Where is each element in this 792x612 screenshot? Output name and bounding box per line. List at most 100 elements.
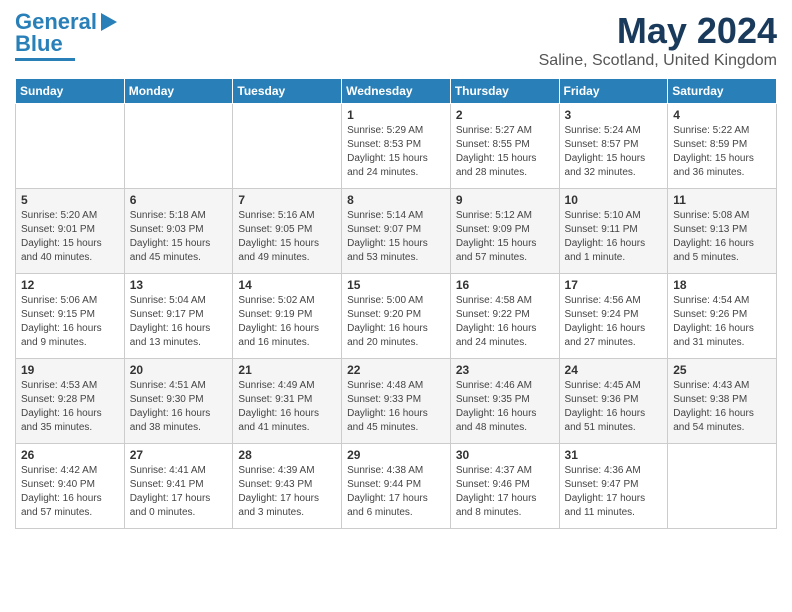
- day-info: Sunrise: 4:43 AMSunset: 9:38 PMDaylight:…: [673, 379, 771, 435]
- calendar-table: SundayMondayTuesdayWednesdayThursdayFrid…: [15, 78, 777, 529]
- calendar-cell: 7Sunrise: 5:16 AMSunset: 9:05 PMDaylight…: [233, 189, 342, 274]
- day-number: 2: [456, 108, 554, 122]
- day-number: 16: [456, 278, 554, 292]
- day-info: Sunrise: 4:58 AMSunset: 9:22 PMDaylight:…: [456, 294, 554, 350]
- calendar-cell: 8Sunrise: 5:14 AMSunset: 9:07 PMDaylight…: [342, 189, 451, 274]
- calendar-cell: 25 Sunrise: 4:43 AMSunset: 9:38 PMDayligh…: [668, 359, 777, 444]
- calendar-cell: 18 Sunrise: 4:54 AMSunset: 9:26 PMDayligh…: [668, 274, 777, 359]
- day-number: 4: [673, 108, 771, 122]
- calendar-week-row: 19 Sunrise: 4:53 AMSunset: 9:28 PMDayligh…: [16, 359, 777, 444]
- calendar-week-row: 12 Sunrise: 5:06 AMSunset: 9:15 PMDayligh…: [16, 274, 777, 359]
- calendar-cell: 4 Sunrise: 5:22 AMSunset: 8:59 PMDaylight…: [668, 104, 777, 189]
- calendar-week-row: 1Sunrise: 5:29 AMSunset: 8:53 PMDaylight…: [16, 104, 777, 189]
- day-info: Sunrise: 4:48 AMSunset: 9:33 PMDaylight:…: [347, 379, 445, 435]
- day-info: Sunrise: 5:00 AMSunset: 9:20 PMDaylight:…: [347, 294, 445, 350]
- calendar-cell: 30 Sunrise: 4:37 AMSunset: 9:46 PMDayligh…: [450, 444, 559, 529]
- calendar-cell: [233, 104, 342, 189]
- day-info: Sunrise: 5:27 AMSunset: 8:55 PMDaylight:…: [456, 124, 554, 180]
- weekday-header: Wednesday: [342, 79, 451, 104]
- day-info: Sunrise: 4:36 AMSunset: 9:47 PMDaylight:…: [565, 464, 663, 520]
- calendar-cell: 6Sunrise: 5:18 AMSunset: 9:03 PMDaylight…: [124, 189, 233, 274]
- calendar-week-row: 26Sunrise: 4:42 AMSunset: 9:40 PMDayligh…: [16, 444, 777, 529]
- weekday-header: Monday: [124, 79, 233, 104]
- calendar-cell: 9 Sunrise: 5:12 AMSunset: 9:09 PMDaylight…: [450, 189, 559, 274]
- calendar-cell: 13Sunrise: 5:04 AMSunset: 9:17 PMDayligh…: [124, 274, 233, 359]
- weekday-header: Friday: [559, 79, 668, 104]
- day-number: 29: [347, 448, 445, 462]
- day-number: 11: [673, 193, 771, 207]
- day-number: 18: [673, 278, 771, 292]
- day-info: Sunrise: 5:04 AMSunset: 9:17 PMDaylight:…: [130, 294, 228, 350]
- day-info: Sunrise: 5:24 AMSunset: 8:57 PMDaylight:…: [565, 124, 663, 180]
- day-number: 30: [456, 448, 554, 462]
- day-info: Sunrise: 5:14 AMSunset: 9:07 PMDaylight:…: [347, 209, 445, 265]
- calendar-cell: 14 Sunrise: 5:02 AMSunset: 9:19 PMDayligh…: [233, 274, 342, 359]
- day-info: Sunrise: 4:41 AMSunset: 9:41 PMDaylight:…: [130, 464, 228, 520]
- day-number: 24: [565, 363, 663, 377]
- calendar-cell: 20 Sunrise: 4:51 AMSunset: 9:30 PMDayligh…: [124, 359, 233, 444]
- calendar-cell: [668, 444, 777, 529]
- calendar-cell: 12 Sunrise: 5:06 AMSunset: 9:15 PMDayligh…: [16, 274, 125, 359]
- weekday-header: Thursday: [450, 79, 559, 104]
- day-number: 15: [347, 278, 445, 292]
- day-info: Sunrise: 5:02 AMSunset: 9:19 PMDaylight:…: [238, 294, 336, 350]
- day-info: Sunrise: 4:38 AMSunset: 9:44 PMDaylight:…: [347, 464, 445, 520]
- weekday-header: Sunday: [16, 79, 125, 104]
- day-info: Sunrise: 4:37 AMSunset: 9:46 PMDaylight:…: [456, 464, 554, 520]
- calendar-cell: 10 Sunrise: 5:10 AMSunset: 9:11 PMDayligh…: [559, 189, 668, 274]
- calendar-cell: 5 Sunrise: 5:20 AMSunset: 9:01 PMDaylight…: [16, 189, 125, 274]
- weekday-header: Saturday: [668, 79, 777, 104]
- calendar-cell: [124, 104, 233, 189]
- location-title: Saline, Scotland, United Kingdom: [539, 52, 777, 70]
- day-number: 22: [347, 363, 445, 377]
- day-number: 31: [565, 448, 663, 462]
- day-number: 19: [21, 363, 119, 377]
- day-info: Sunrise: 4:45 AMSunset: 9:36 PMDaylight:…: [565, 379, 663, 435]
- day-number: 12: [21, 278, 119, 292]
- day-info: Sunrise: 5:18 AMSunset: 9:03 PMDaylight:…: [130, 209, 228, 265]
- calendar-cell: 16 Sunrise: 4:58 AMSunset: 9:22 PMDayligh…: [450, 274, 559, 359]
- calendar-cell: 19 Sunrise: 4:53 AMSunset: 9:28 PMDayligh…: [16, 359, 125, 444]
- day-number: 1: [347, 108, 445, 122]
- calendar-cell: 15 Sunrise: 5:00 AMSunset: 9:20 PMDayligh…: [342, 274, 451, 359]
- calendar-week-row: 5 Sunrise: 5:20 AMSunset: 9:01 PMDaylight…: [16, 189, 777, 274]
- calendar-cell: 31 Sunrise: 4:36 AMSunset: 9:47 PMDayligh…: [559, 444, 668, 529]
- logo-arrow-icon: [97, 11, 119, 33]
- day-info: Sunrise: 5:12 AMSunset: 9:09 PMDaylight:…: [456, 209, 554, 265]
- day-info: Sunrise: 4:53 AMSunset: 9:28 PMDaylight:…: [21, 379, 119, 435]
- calendar-cell: 21 Sunrise: 4:49 AMSunset: 9:31 PMDayligh…: [233, 359, 342, 444]
- day-number: 10: [565, 193, 663, 207]
- day-info: Sunrise: 5:22 AMSunset: 8:59 PMDaylight:…: [673, 124, 771, 180]
- day-info: Sunrise: 5:10 AMSunset: 9:11 PMDaylight:…: [565, 209, 663, 265]
- day-info: Sunrise: 5:08 AMSunset: 9:13 PMDaylight:…: [673, 209, 771, 265]
- day-info: Sunrise: 4:54 AMSunset: 9:26 PMDaylight:…: [673, 294, 771, 350]
- calendar-cell: 3 Sunrise: 5:24 AMSunset: 8:57 PMDaylight…: [559, 104, 668, 189]
- calendar-cell: 17Sunrise: 4:56 AMSunset: 9:24 PMDayligh…: [559, 274, 668, 359]
- logo-underline: [15, 58, 75, 61]
- calendar-cell: 26Sunrise: 4:42 AMSunset: 9:40 PMDayligh…: [16, 444, 125, 529]
- month-title: May 2024: [539, 10, 777, 52]
- day-number: 20: [130, 363, 228, 377]
- calendar-cell: [16, 104, 125, 189]
- day-info: Sunrise: 4:51 AMSunset: 9:30 PMDaylight:…: [130, 379, 228, 435]
- day-info: Sunrise: 4:49 AMSunset: 9:31 PMDaylight:…: [238, 379, 336, 435]
- day-number: 3: [565, 108, 663, 122]
- calendar-cell: 2 Sunrise: 5:27 AMSunset: 8:55 PMDaylight…: [450, 104, 559, 189]
- day-info: Sunrise: 5:20 AMSunset: 9:01 PMDaylight:…: [21, 209, 119, 265]
- day-number: 17: [565, 278, 663, 292]
- calendar-cell: 22 Sunrise: 4:48 AMSunset: 9:33 PMDayligh…: [342, 359, 451, 444]
- day-number: 9: [456, 193, 554, 207]
- day-number: 5: [21, 193, 119, 207]
- day-info: Sunrise: 5:06 AMSunset: 9:15 PMDaylight:…: [21, 294, 119, 350]
- day-number: 25: [673, 363, 771, 377]
- day-number: 14: [238, 278, 336, 292]
- calendar-cell: 24 Sunrise: 4:45 AMSunset: 9:36 PMDayligh…: [559, 359, 668, 444]
- calendar-cell: 29 Sunrise: 4:38 AMSunset: 9:44 PMDayligh…: [342, 444, 451, 529]
- day-number: 21: [238, 363, 336, 377]
- day-number: 23: [456, 363, 554, 377]
- page-header: General Blue May 2024 Saline, Scotland, …: [15, 10, 777, 70]
- calendar-cell: 28Sunrise: 4:39 AMSunset: 9:43 PMDayligh…: [233, 444, 342, 529]
- day-number: 27: [130, 448, 228, 462]
- day-info: Sunrise: 5:16 AMSunset: 9:05 PMDaylight:…: [238, 209, 336, 265]
- day-number: 26: [21, 448, 119, 462]
